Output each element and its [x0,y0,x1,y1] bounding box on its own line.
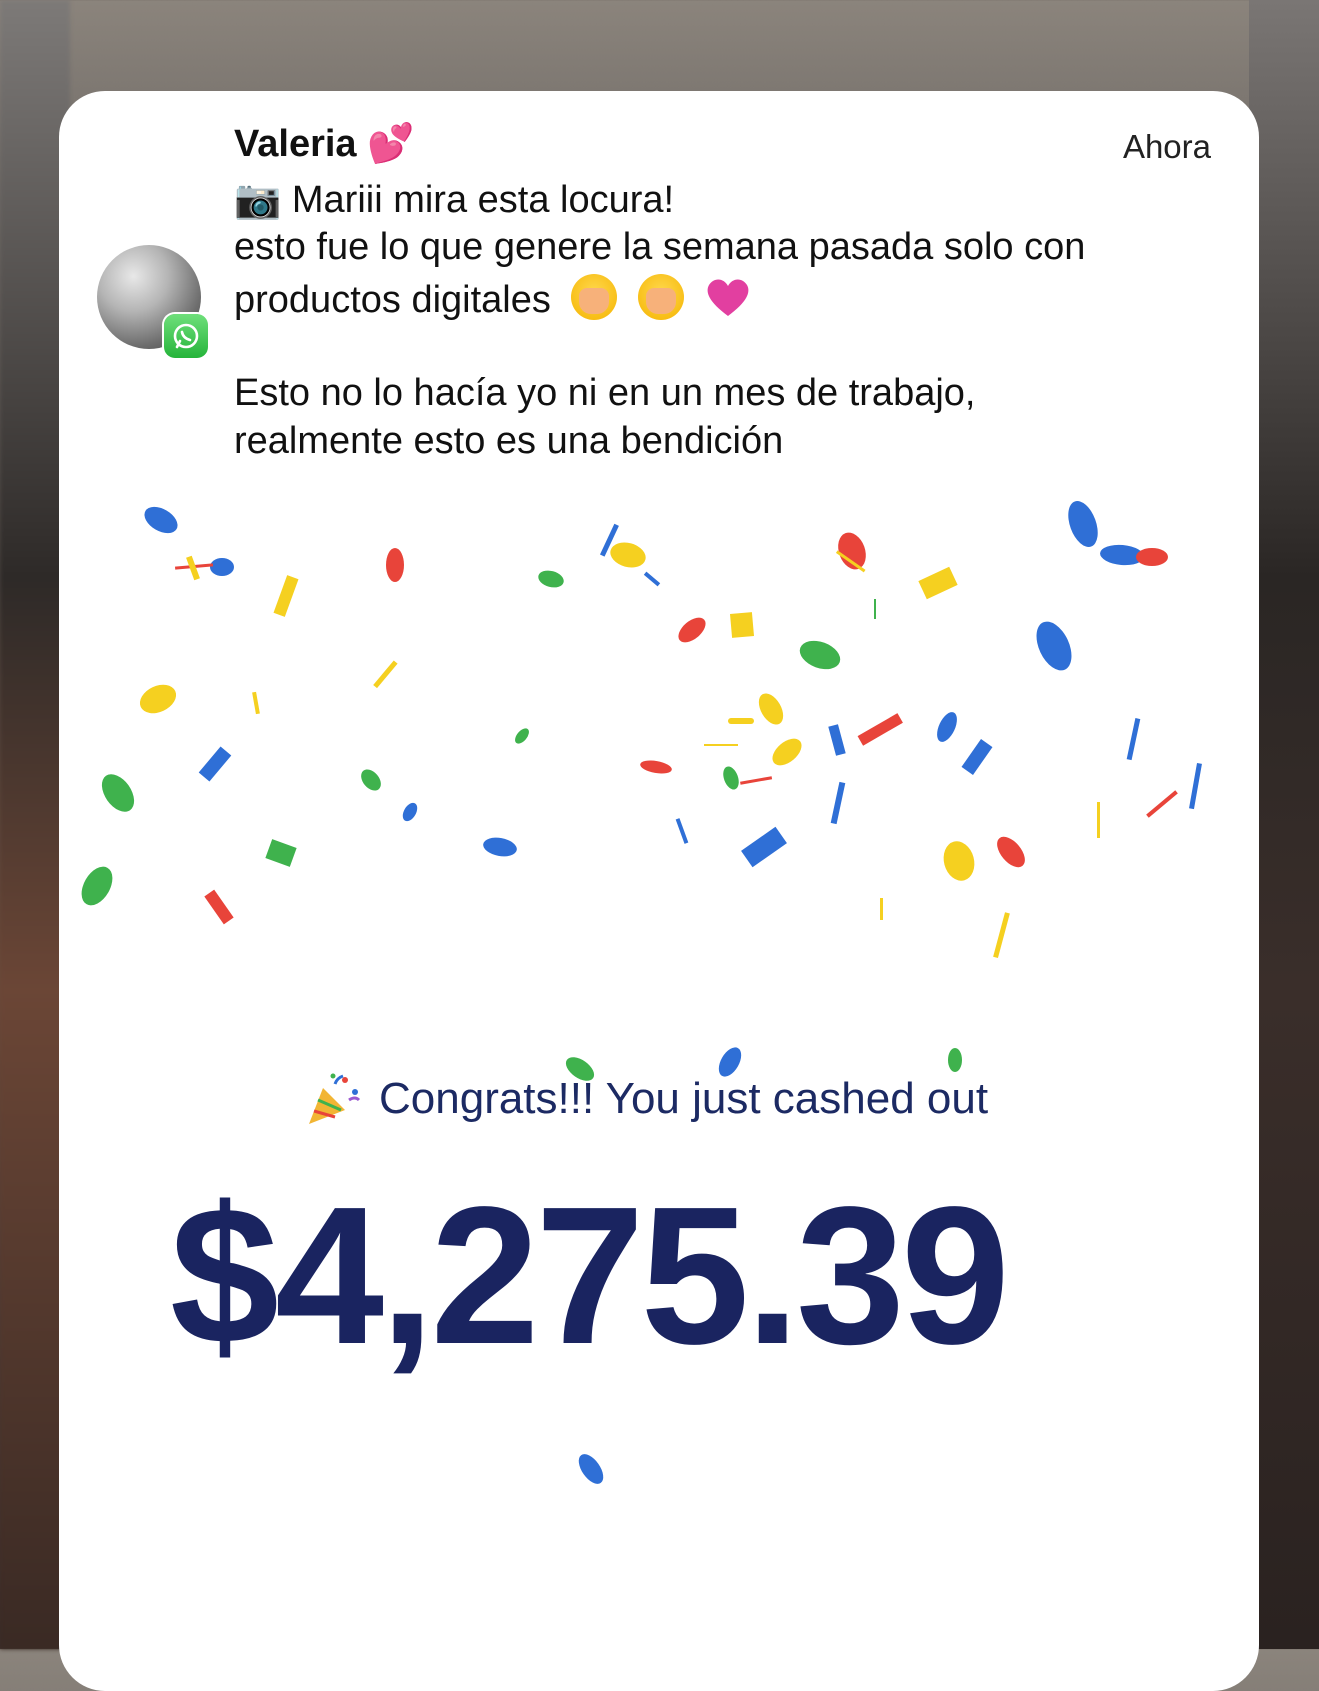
message-line-3-wrap: productos digitales [234,274,751,328]
whatsapp-icon [164,314,208,358]
background-right [1249,0,1319,1649]
message-line-2: esto fue lo que genere la semana pasada … [234,226,1086,268]
congrats-text: Congrats!!! You just cashed out [379,1074,989,1123]
party-popper-icon [305,1070,363,1128]
sender-name: Valeria 💕 [234,123,415,165]
notification-time: Ahora [1122,128,1211,165]
cashout-amount: $4,275.39 [170,1166,1010,1385]
pink-heart-icon [705,276,751,328]
message-line-5: realmente esto es una bendición [234,420,784,462]
notification-card[interactable] [59,91,1259,1691]
congrats-message: Congrats!!! You just cashed out [305,1070,988,1128]
message-line-4: Esto no lo hacía yo ni en un mes de trab… [234,372,976,414]
face-with-hands-icon [571,274,618,320]
face-with-hands-icon [637,274,684,320]
message-line-1: 📷 Mariii mira esta locura! [234,179,675,221]
message-line-3: productos digitales [234,279,551,321]
